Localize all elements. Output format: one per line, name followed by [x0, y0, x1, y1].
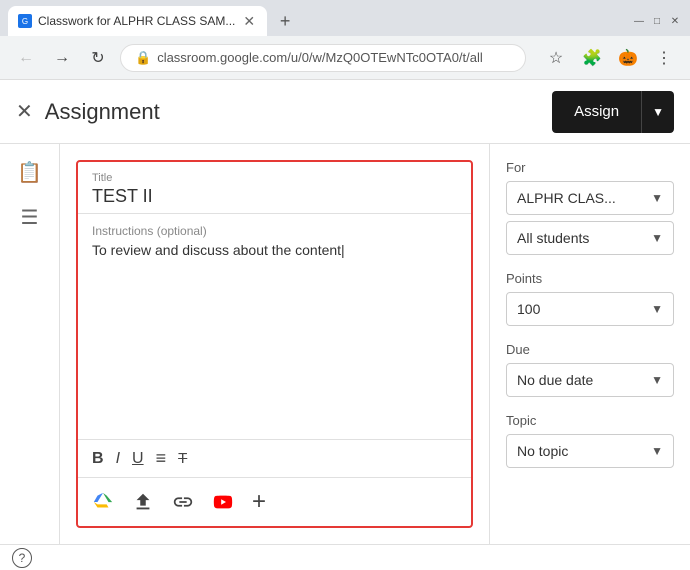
class-select-value: ALPHR CLAS... — [517, 190, 651, 206]
minimize-button[interactable]: — — [632, 14, 646, 28]
active-tab[interactable]: G Classwork for ALPHR CLASS SAM... ✕ — [8, 6, 267, 36]
formatting-toolbar: B I U ≡ T — [78, 439, 471, 477]
points-label: Points — [506, 271, 674, 286]
topic-field-group: Topic No topic ▼ — [506, 413, 674, 468]
list-icon: ☰ — [21, 205, 39, 230]
points-select-value: 100 — [517, 301, 651, 317]
attach-toolbar: + — [78, 477, 471, 526]
title-input[interactable] — [92, 186, 457, 207]
instructions-text[interactable]: To review and discuss about the content| — [92, 242, 457, 429]
due-field-group: Due No due date ▼ — [506, 342, 674, 397]
assign-dropdown-chevron: ▼ — [652, 105, 664, 119]
app-header: ✕ Assignment Assign ▼ — [0, 80, 690, 144]
navigation-bar: ← → ↻ 🔒 classroom.google.com/u/0/w/MzQ0O… — [0, 36, 690, 80]
right-panel: For ALPHR CLAS... ▼ All students ▼ Point… — [490, 144, 690, 544]
main-content: 📋 ☰ Title Instructions (optional) To rev… — [0, 144, 690, 544]
topic-select[interactable]: No topic ▼ — [506, 434, 674, 468]
assignment-form: Title Instructions (optional) To review … — [76, 160, 473, 528]
instructions-section: Instructions (optional) To review and di… — [78, 214, 471, 439]
extensions-icon[interactable]: 🧩 — [578, 44, 606, 72]
tab-title: Classwork for ALPHR CLASS SAM... — [38, 14, 235, 28]
bookmark-icon[interactable]: ☆ — [542, 44, 570, 72]
close-assignment-button[interactable]: ✕ — [16, 99, 33, 124]
points-chevron-icon: ▼ — [651, 302, 663, 316]
tab-close-button[interactable]: ✕ — [241, 12, 257, 30]
due-chevron-icon: ▼ — [651, 373, 663, 387]
help-label: ? — [19, 551, 26, 565]
topic-select-value: No topic — [517, 443, 651, 459]
points-field-group: Points 100 ▼ — [506, 271, 674, 326]
menu-icon[interactable]: ⋮ — [650, 44, 678, 72]
class-chevron-icon: ▼ — [651, 191, 663, 205]
browser-chrome: G Classwork for ALPHR CLASS SAM... ✕ + —… — [0, 0, 690, 80]
tab-favicon: G — [18, 14, 32, 28]
for-label: For — [506, 160, 674, 175]
youtube-button[interactable] — [212, 491, 234, 513]
help-button[interactable]: ? — [12, 548, 32, 568]
page-title: Assignment — [45, 99, 552, 125]
students-select-value: All students — [517, 230, 651, 246]
instructions-label: Instructions (optional) — [92, 224, 457, 238]
link-button[interactable] — [172, 491, 194, 513]
lock-icon: 🔒 — [135, 50, 151, 66]
google-drive-button[interactable] — [92, 491, 114, 513]
nav-icons: ☆ 🧩 🎃 ⋮ — [542, 44, 678, 72]
profile-icon[interactable]: 🎃 — [614, 44, 642, 72]
bold-button[interactable]: B — [92, 450, 104, 468]
topic-label: Topic — [506, 413, 674, 428]
left-panel: 📋 ☰ — [0, 144, 60, 544]
app-footer: ? — [0, 544, 690, 570]
due-label: Due — [506, 342, 674, 357]
assign-button-group: Assign ▼ — [552, 91, 674, 133]
points-select[interactable]: 100 ▼ — [506, 292, 674, 326]
tab-bar: G Classwork for ALPHR CLASS SAM... ✕ + —… — [0, 0, 690, 36]
title-section: Title — [78, 162, 471, 214]
reload-button[interactable]: ↻ — [84, 44, 112, 72]
assign-button[interactable]: Assign — [552, 91, 641, 133]
students-select[interactable]: All students ▼ — [506, 221, 674, 255]
due-select[interactable]: No due date ▼ — [506, 363, 674, 397]
strikethrough-button[interactable]: T — [178, 450, 187, 467]
add-button[interactable]: + — [252, 488, 266, 516]
topic-chevron-icon: ▼ — [651, 444, 663, 458]
address-bar[interactable]: 🔒 classroom.google.com/u/0/w/MzQ0OTEwNTc… — [120, 44, 526, 72]
center-panel: Title Instructions (optional) To review … — [60, 144, 490, 544]
due-select-value: No due date — [517, 372, 651, 388]
students-chevron-icon: ▼ — [651, 231, 663, 245]
close-button[interactable]: ✕ — [668, 14, 682, 28]
assignment-icon: 📋 — [17, 160, 42, 185]
upload-button[interactable] — [132, 491, 154, 513]
new-tab-button[interactable]: + — [271, 7, 299, 35]
underline-button[interactable]: U — [132, 450, 144, 468]
class-select[interactable]: ALPHR CLAS... ▼ — [506, 181, 674, 215]
window-controls: — □ ✕ — [632, 14, 682, 28]
url-text: classroom.google.com/u/0/w/MzQ0OTEwNTc0O… — [157, 50, 483, 65]
maximize-button[interactable]: □ — [650, 14, 664, 28]
title-label: Title — [92, 172, 457, 184]
assign-dropdown-button[interactable]: ▼ — [641, 91, 674, 133]
italic-button[interactable]: I — [116, 450, 120, 468]
for-field-group: For ALPHR CLAS... ▼ All students ▼ — [506, 160, 674, 255]
forward-button[interactable]: → — [48, 44, 76, 72]
list-button[interactable]: ≡ — [156, 448, 167, 469]
back-button[interactable]: ← — [12, 44, 40, 72]
